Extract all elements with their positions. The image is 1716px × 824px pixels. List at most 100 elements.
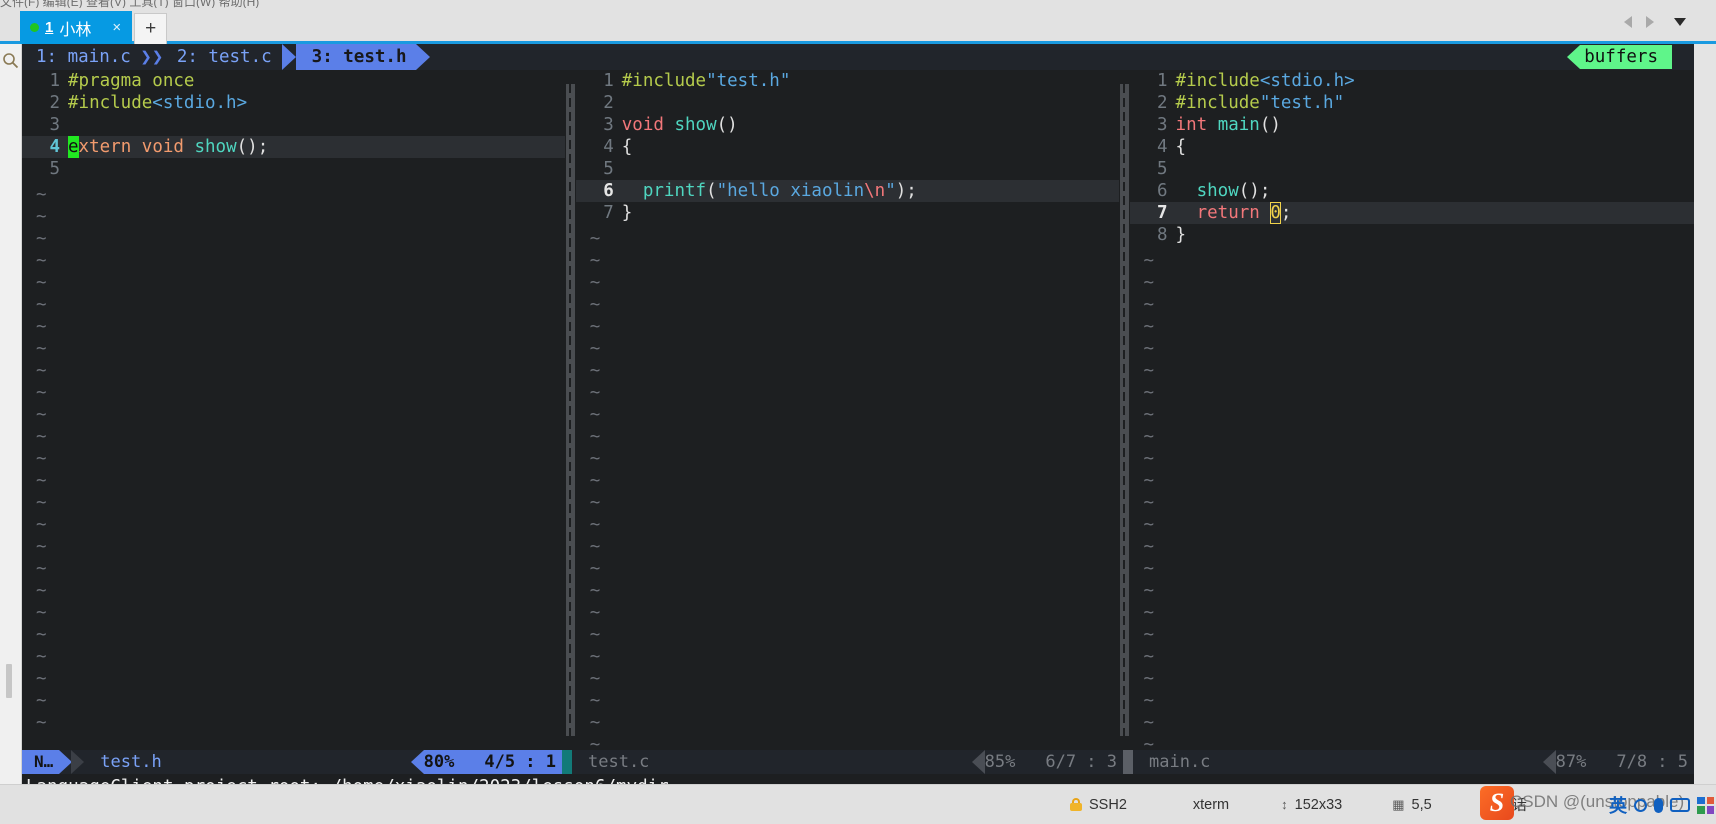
keyboard-icon[interactable] bbox=[1670, 798, 1690, 812]
statusline-main-c: main.c 87% 7/8 : 5 bbox=[1133, 750, 1694, 774]
statusline-position: 4/5 : 1 bbox=[484, 752, 556, 772]
code-line[interactable]: 8} bbox=[1130, 224, 1694, 246]
empty-line-marker: ~ bbox=[1143, 361, 1155, 381]
empty-line-marker: ~ bbox=[36, 713, 47, 733]
session-tab-title: 小林 bbox=[59, 21, 92, 39]
code-token: #include bbox=[68, 93, 153, 113]
pane-main-c[interactable]: 1 #include <stdio.h> 2 #include "test.h" 3 int … bbox=[1129, 70, 1694, 750]
code-line[interactable]: 7} bbox=[576, 202, 1119, 224]
code-line[interactable]: 4{ bbox=[576, 136, 1119, 158]
code-line[interactable]: 5 bbox=[576, 158, 1119, 180]
empty-line-marker: ~ bbox=[589, 581, 601, 601]
code-line[interactable]: 4 e xtern void show (); bbox=[22, 136, 565, 158]
empty-line-marker: ~ bbox=[36, 251, 47, 271]
code-token: show bbox=[1196, 181, 1239, 201]
close-icon[interactable]: × bbox=[107, 20, 126, 35]
code-line[interactable]: 7 return 0; bbox=[1129, 202, 1694, 224]
code-token: ( bbox=[706, 181, 717, 201]
empty-line-marker: ~ bbox=[589, 625, 601, 645]
code-token: () bbox=[1259, 115, 1281, 135]
ime-language-indicator[interactable]: 英 bbox=[1609, 792, 1627, 818]
pane-splitter-2[interactable] bbox=[1118, 70, 1130, 750]
code-line[interactable]: 1 #include "test.h" bbox=[576, 70, 1119, 92]
empty-line-marker: ~ bbox=[1143, 647, 1155, 667]
code-token: ); bbox=[895, 181, 917, 201]
code-token: return bbox=[1196, 203, 1260, 223]
chevron-right-icon[interactable] bbox=[1646, 16, 1654, 28]
line-number: 4 bbox=[49, 137, 60, 157]
empty-line-marker: ~ bbox=[589, 251, 601, 271]
empty-line-marker: ~ bbox=[589, 537, 601, 557]
ime-apps-grid-icon[interactable] bbox=[1697, 796, 1714, 814]
code-line[interactable]: 2 #include "test.h" bbox=[1130, 92, 1694, 114]
vim-tab-test-c[interactable]: 2: test.c bbox=[163, 44, 282, 70]
terminal-surface[interactable]: 1: main.c ❯❯ 2: test.c 3: test.h buffers… bbox=[22, 44, 1694, 784]
empty-line-marker: ~ bbox=[1143, 471, 1155, 491]
pane-splitter-1[interactable] bbox=[564, 70, 576, 750]
microphone-icon[interactable] bbox=[1654, 797, 1663, 813]
empty-line-marker: ~ bbox=[36, 559, 47, 579]
empty-line-marker: ~ bbox=[1143, 317, 1155, 337]
code-token: #pragma once bbox=[68, 71, 195, 91]
code-line[interactable]: 6 printf("hello xiaolin \n "); bbox=[575, 180, 1119, 202]
statusline-filename: test.c bbox=[588, 752, 650, 772]
vim-tab-test-h[interactable]: 3: test.h bbox=[295, 44, 417, 70]
code-token: printf bbox=[642, 181, 707, 201]
buffers-badge-label: buffers bbox=[1580, 45, 1672, 69]
session-tab-index: 1 bbox=[45, 19, 54, 36]
line-number: 2 bbox=[603, 93, 614, 113]
active-tab-right-arrow-icon bbox=[416, 44, 431, 70]
code-line[interactable]: 5 bbox=[1130, 158, 1694, 180]
code-line[interactable]: 2 bbox=[576, 92, 1119, 114]
statusline-right-group: 85% 6/7 : 3 bbox=[971, 750, 1133, 774]
empty-line-marker: ~ bbox=[1143, 273, 1155, 293]
empty-line-marker: ~ bbox=[1143, 691, 1155, 711]
search-icon[interactable] bbox=[2, 52, 19, 69]
line-number: 5 bbox=[49, 159, 60, 179]
code-line[interactable]: 1 #include <stdio.h> bbox=[1130, 70, 1694, 92]
empty-line-marker: ~ bbox=[589, 383, 601, 403]
chevron-left-icon[interactable] bbox=[1624, 16, 1632, 28]
code-area-test-c[interactable]: 1 #include "test.h" 2 3 void show() 4{5 6 print… bbox=[575, 70, 1119, 224]
code-token: (); bbox=[236, 137, 269, 157]
buffers-badge[interactable]: buffers bbox=[1567, 45, 1672, 69]
code-line[interactable]: 3 bbox=[22, 114, 565, 136]
empty-line-marker: ~ bbox=[589, 603, 601, 623]
pane-test-h[interactable]: 1 #pragma once 2 #include <stdio.h> 3 4 e xtern … bbox=[22, 70, 565, 750]
ime-punctuation-icon[interactable] bbox=[1634, 798, 1647, 812]
code-area-main-c[interactable]: 1 #include <stdio.h> 2 #include "test.h" 3 int … bbox=[1129, 70, 1694, 246]
sidebar-resize-handle[interactable] bbox=[6, 664, 12, 698]
code-line[interactable]: 3 int main() bbox=[1130, 114, 1694, 136]
statusline-filename: main.c bbox=[1149, 752, 1211, 772]
new-session-tab-button[interactable]: + bbox=[134, 13, 168, 44]
code-line[interactable]: 1 #pragma once bbox=[22, 70, 565, 92]
session-tab-1[interactable]: 1 小林 × bbox=[20, 11, 133, 44]
empty-line-marker: ~ bbox=[1143, 669, 1155, 689]
empty-line-marker: ~ bbox=[36, 427, 47, 447]
vim-tab-main-c[interactable]: 1: main.c bbox=[22, 44, 141, 70]
code-line[interactable]: 6 show (); bbox=[1130, 180, 1694, 202]
code-token: e bbox=[68, 136, 79, 158]
code-line[interactable]: 4{ bbox=[1130, 136, 1694, 158]
code-line[interactable]: 2 #include <stdio.h> bbox=[22, 92, 565, 114]
code-token: ; bbox=[1280, 203, 1292, 223]
vim-command-line: LanguageClient project root: /home/xiaol… bbox=[22, 774, 1694, 784]
code-line[interactable]: 3 void show() bbox=[576, 114, 1119, 136]
empty-line-marker: ~ bbox=[589, 493, 601, 513]
chevron-down-icon[interactable] bbox=[1674, 18, 1686, 26]
code-token: <stdio.h> bbox=[152, 93, 248, 113]
empty-line-marker: ~ bbox=[36, 581, 47, 601]
menu-bar[interactable]: 文件(F) 编辑(E) 查看(V) 工具(T) 窗口(W) 帮助(H) bbox=[0, 0, 1716, 8]
ime-toolbar[interactable]: 英 bbox=[1609, 792, 1714, 818]
code-area-test-h[interactable]: 1 #pragma once 2 #include <stdio.h> 3 4 e xtern … bbox=[22, 70, 565, 180]
code-token: " bbox=[885, 181, 896, 201]
line-number: 7 bbox=[603, 203, 614, 223]
code-line[interactable]: 5 bbox=[22, 158, 565, 180]
code-token: xtern bbox=[78, 137, 132, 157]
vim-tabline: 1: main.c ❯❯ 2: test.c 3: test.h buffers bbox=[22, 44, 1694, 70]
empty-line-marker: ~ bbox=[36, 647, 47, 667]
pane-test-c[interactable]: 1 #include "test.h" 2 3 void show() 4{5 6 print… bbox=[575, 70, 1119, 750]
